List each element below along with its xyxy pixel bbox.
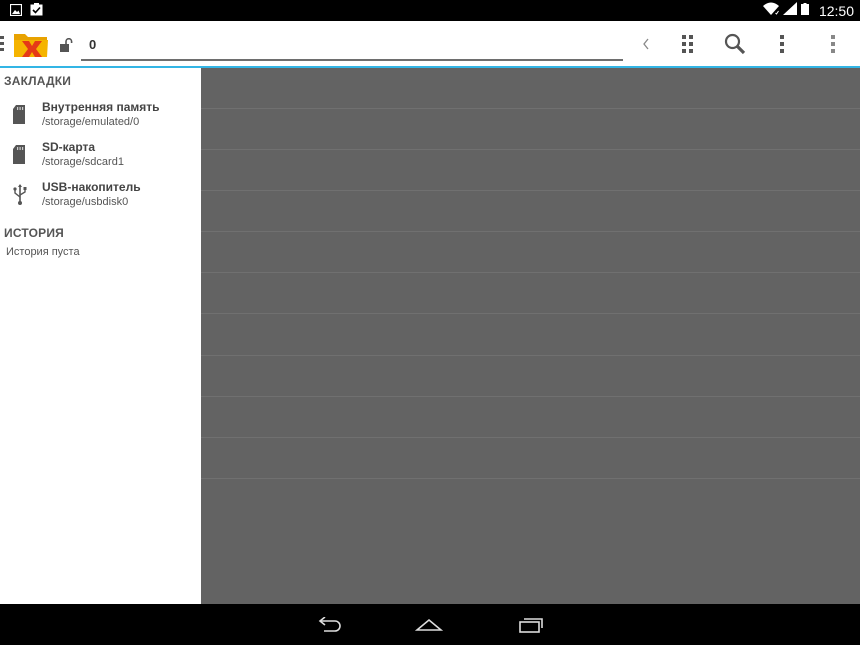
app-logo-icon[interactable] [13, 29, 49, 59]
unlock-icon[interactable] [60, 37, 73, 52]
home-icon[interactable] [409, 612, 449, 638]
bookmark-sd-card[interactable]: SD-карта /storage/sdcard1 [0, 138, 201, 178]
more-vertical-icon[interactable] [825, 29, 841, 59]
navigation-bar [0, 604, 860, 645]
bookmark-internal-storage[interactable]: Внутренняя память /storage/emulated/0 [0, 98, 201, 138]
overflow-menu-icon[interactable] [774, 29, 790, 59]
bookmark-path: /storage/sdcard1 [42, 156, 124, 168]
grid-dots-icon[interactable] [676, 29, 700, 59]
wifi-icon [762, 2, 779, 20]
bookmark-title: Внутренняя память [42, 100, 160, 114]
row-divider [201, 108, 860, 109]
task-complete-notification-icon [30, 3, 43, 21]
row-divider [201, 437, 860, 438]
row-divider [201, 396, 860, 397]
bookmarks-header: ЗАКЛАДКИ [4, 74, 72, 88]
drawer-handle-icon[interactable] [0, 35, 5, 53]
chevron-left-icon[interactable] [638, 29, 654, 59]
sidebar: ЗАКЛАДКИ Внутренняя память /storage/emul… [0, 68, 201, 604]
row-divider [201, 272, 860, 273]
search-icon[interactable] [722, 29, 748, 59]
status-bar: 12:50 [0, 0, 860, 21]
sd-card-icon [12, 104, 28, 126]
row-divider [201, 355, 860, 356]
image-notification-icon [9, 3, 23, 21]
row-divider [201, 313, 860, 314]
bookmark-title: USB-накопитель [42, 180, 141, 194]
usb-icon [12, 184, 28, 206]
back-icon[interactable] [309, 612, 349, 638]
row-divider [201, 478, 860, 479]
sd-card-icon [12, 144, 28, 166]
signal-icon [782, 2, 797, 20]
file-list-area[interactable] [201, 68, 860, 604]
bookmark-title: SD-карта [42, 140, 96, 154]
bookmark-path: /storage/usbdisk0 [42, 196, 129, 208]
path-input-underline [81, 59, 623, 61]
row-divider [201, 149, 860, 150]
bookmark-path: /storage/emulated/0 [42, 116, 140, 128]
history-empty-text: История пуста [6, 246, 80, 258]
bookmark-usb-drive[interactable]: USB-накопитель /storage/usbdisk0 [0, 178, 201, 218]
path-input-text: 0 [89, 37, 97, 52]
path-input[interactable]: 0 [81, 29, 623, 61]
battery-icon [800, 2, 809, 20]
clock: 12:50 [818, 3, 854, 19]
recents-icon[interactable] [511, 612, 551, 638]
history-header: ИСТОРИЯ [4, 226, 65, 240]
row-divider [201, 190, 860, 191]
action-bar: 0 [0, 21, 860, 68]
row-divider [201, 231, 860, 232]
